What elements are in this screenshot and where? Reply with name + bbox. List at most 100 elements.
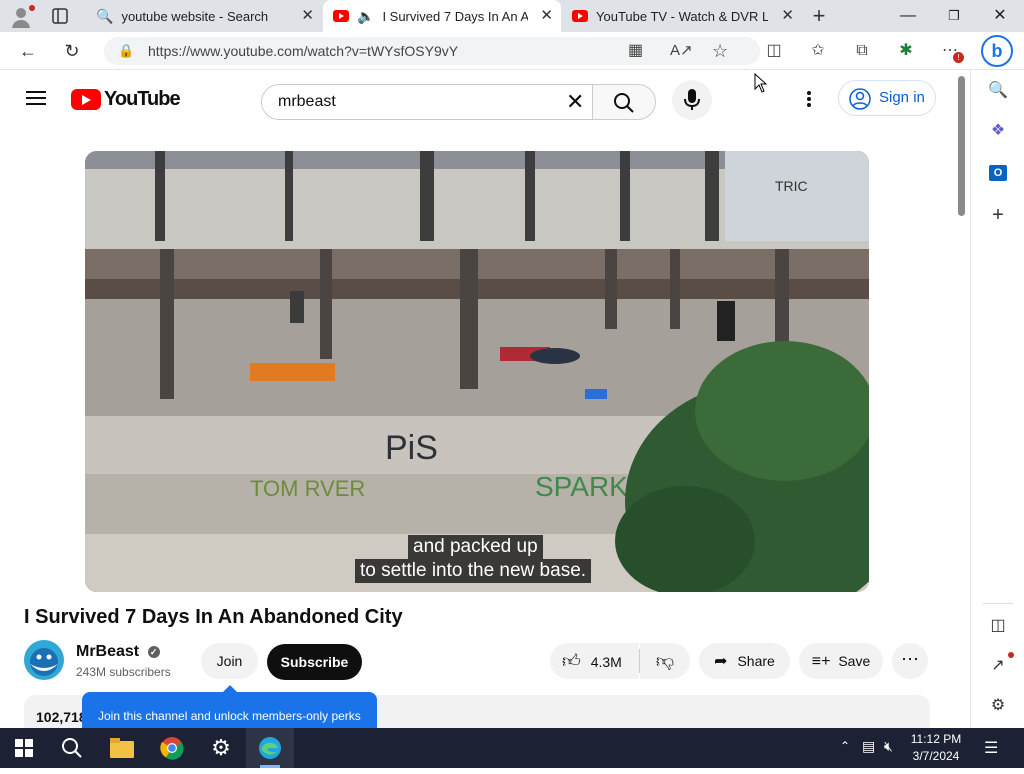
close-icon[interactable]: ✕ [540,6,553,24]
apps-icon[interactable]: ▦ [628,37,643,65]
file-explorer-icon[interactable] [98,728,146,768]
verified-check-icon: ✓ [147,646,160,658]
playlist-add-icon: ≡+ [811,653,831,670]
windows-start-icon[interactable] [0,728,48,768]
tab-youtube-tv[interactable]: YouTube TV - Watch & DVR Live ✕ [562,0,802,32]
settings-icon[interactable]: ⚙ [987,695,1009,717]
chrome-icon[interactable] [148,728,196,768]
like-count: 4.3M [590,654,622,670]
collections-icon[interactable]: ⧉ [852,41,872,61]
youtube-favicon-icon [333,10,349,22]
address-bar-row: ← ↻ 🔒 https://www.youtube.com/watch?v=tW… [0,32,1024,70]
youtube-logo-text: YouTube [104,87,181,110]
volume-muted-icon[interactable]: 🔇︎ [884,738,893,755]
mouse-cursor-icon [754,73,768,93]
new-tab-icon[interactable]: + [808,4,830,28]
view-count: 102,718 [36,709,87,725]
tab-title: YouTube TV - Watch & DVR Live [596,8,768,24]
divider [983,603,1013,604]
settings-gear-icon[interactable]: ⚙ [197,728,245,768]
favorites-icon[interactable]: ✩ [808,41,828,61]
sign-in-label: Sign in [879,89,925,106]
youtube-logo[interactable]: YouTube [71,87,181,111]
refresh-icon[interactable]: ↻ [58,37,86,65]
channel-name-text: MrBeast [76,643,140,660]
video-player[interactable]: PiS TOM RVER SPARK TRIC and packed up to… [85,151,869,592]
microphone-icon [684,89,700,110]
notifications-icon[interactable]: ☰ [984,738,998,758]
restore-icon[interactable]: ❐ [934,4,974,28]
join-tooltip-text: Join this channel and unlock members-onl… [98,709,361,723]
close-icon[interactable]: ✕ [301,6,314,24]
outlook-icon[interactable]: O [987,161,1009,183]
dislike-button[interactable]: 👎︎ [640,643,690,679]
search-button[interactable] [592,84,656,120]
search-input[interactable]: mrbeast ✕ [261,84,593,120]
subscriber-count: 243M subscribers [76,665,171,679]
share-button[interactable]: ➦ Share [699,643,790,679]
copilot-icon[interactable]: b [981,35,1013,67]
show-hidden-icons[interactable]: ⌃ [840,739,850,753]
channel-name[interactable]: MrBeast ✓ [76,643,160,661]
svg-text:SPARK: SPARK [535,471,628,502]
sidebar-toggle-icon[interactable]: ◫ [987,615,1009,637]
clock-time: 11:12 PM [910,732,962,746]
read-aloud-icon[interactable]: A↗ [670,37,693,65]
window-close-icon[interactable]: ✕ [980,4,1020,28]
join-button[interactable]: Join [201,643,258,679]
url-field[interactable]: 🔒 https://www.youtube.com/watch?v=tWYsfO… [104,37,760,65]
search-icon[interactable]: 🔍 [987,80,1009,102]
save-button[interactable]: ≡+ Save [799,643,883,679]
search-icon [614,93,634,113]
more-actions-button[interactable]: ⋯ [892,643,928,679]
voice-search-button[interactable] [672,80,712,120]
edge-icon[interactable] [246,728,294,768]
settings-menu-icon[interactable] [806,90,812,108]
tab-youtube-video[interactable]: 🔈 I Survived 7 Days In An Aba ✕ [323,0,561,32]
lock-icon[interactable]: 🔒 [118,37,134,65]
save-label: Save [838,653,871,669]
url-text: https://www.youtube.com/watch?v=tWYsfOSY… [148,43,459,59]
clear-search-icon[interactable]: ✕ [566,85,584,119]
video-title: I Survived 7 Days In An Abandoned City [24,606,403,628]
like-button[interactable]: 👍︎ 4.3M [550,643,639,679]
network-icon[interactable]: ▤ [862,738,875,755]
close-icon[interactable]: ✕ [781,6,794,24]
caption-line: and packed up [408,535,543,559]
more-icon: ⋯ [901,649,919,669]
extensions-icon[interactable]: ✱ [896,41,916,61]
shopping-icon[interactable]: ❖ [987,120,1009,142]
thumbs-up-icon: 👍︎ [562,651,581,671]
edge-sidebar: 🔍 ❖ O + ◫ ↗ ⚙ [970,70,1024,728]
share-label: Share [737,653,775,669]
tab-search[interactable]: 🔍 youtube website - Search ✕ [86,0,322,32]
svg-text:TOM RVER: TOM RVER [250,476,365,501]
add-icon[interactable]: + [987,204,1009,226]
hamburger-menu-icon[interactable] [26,90,46,106]
youtube-logo-icon [71,88,101,110]
notification-dot-icon [29,5,35,11]
tab-title: I Survived 7 Days In An Aba [382,8,529,24]
badge-icon: ! [953,52,964,63]
tab-actions-icon[interactable] [52,8,68,24]
split-screen-icon[interactable]: ◫ [764,41,784,61]
external-link-icon[interactable]: ↗ [987,655,1009,677]
video-frame: PiS TOM RVER SPARK TRIC [85,151,869,592]
share-icon: ➦ [714,653,728,670]
thumbs-down-icon: 👎︎ [655,651,675,671]
search-icon[interactable] [48,728,96,768]
sign-in-button[interactable]: Sign in [838,80,936,116]
windows-taskbar: ⚙ ⌃ ▤ 🔇︎ ☰ [0,728,1024,768]
speaker-icon[interactable]: 🔈 [357,8,374,25]
notification-dot-icon [1008,652,1014,658]
minimize-icon[interactable]: — [888,4,928,28]
back-icon[interactable]: ← [14,37,42,65]
subscribe-button[interactable]: Subscribe [267,644,362,680]
favorite-star-icon[interactable]: ☆ [712,37,728,65]
scrollbar-thumb[interactable] [958,76,965,216]
browser-tab-bar: 🔍 youtube website - Search ✕ 🔈 I Survive… [0,0,1024,32]
clock-date: 3/7/2024 [912,749,960,763]
system-clock[interactable]: 11:12 PM 3/7/2024 [906,731,966,765]
join-tooltip: Join this channel and unlock members-onl… [82,685,377,728]
channel-avatar[interactable] [24,640,64,680]
